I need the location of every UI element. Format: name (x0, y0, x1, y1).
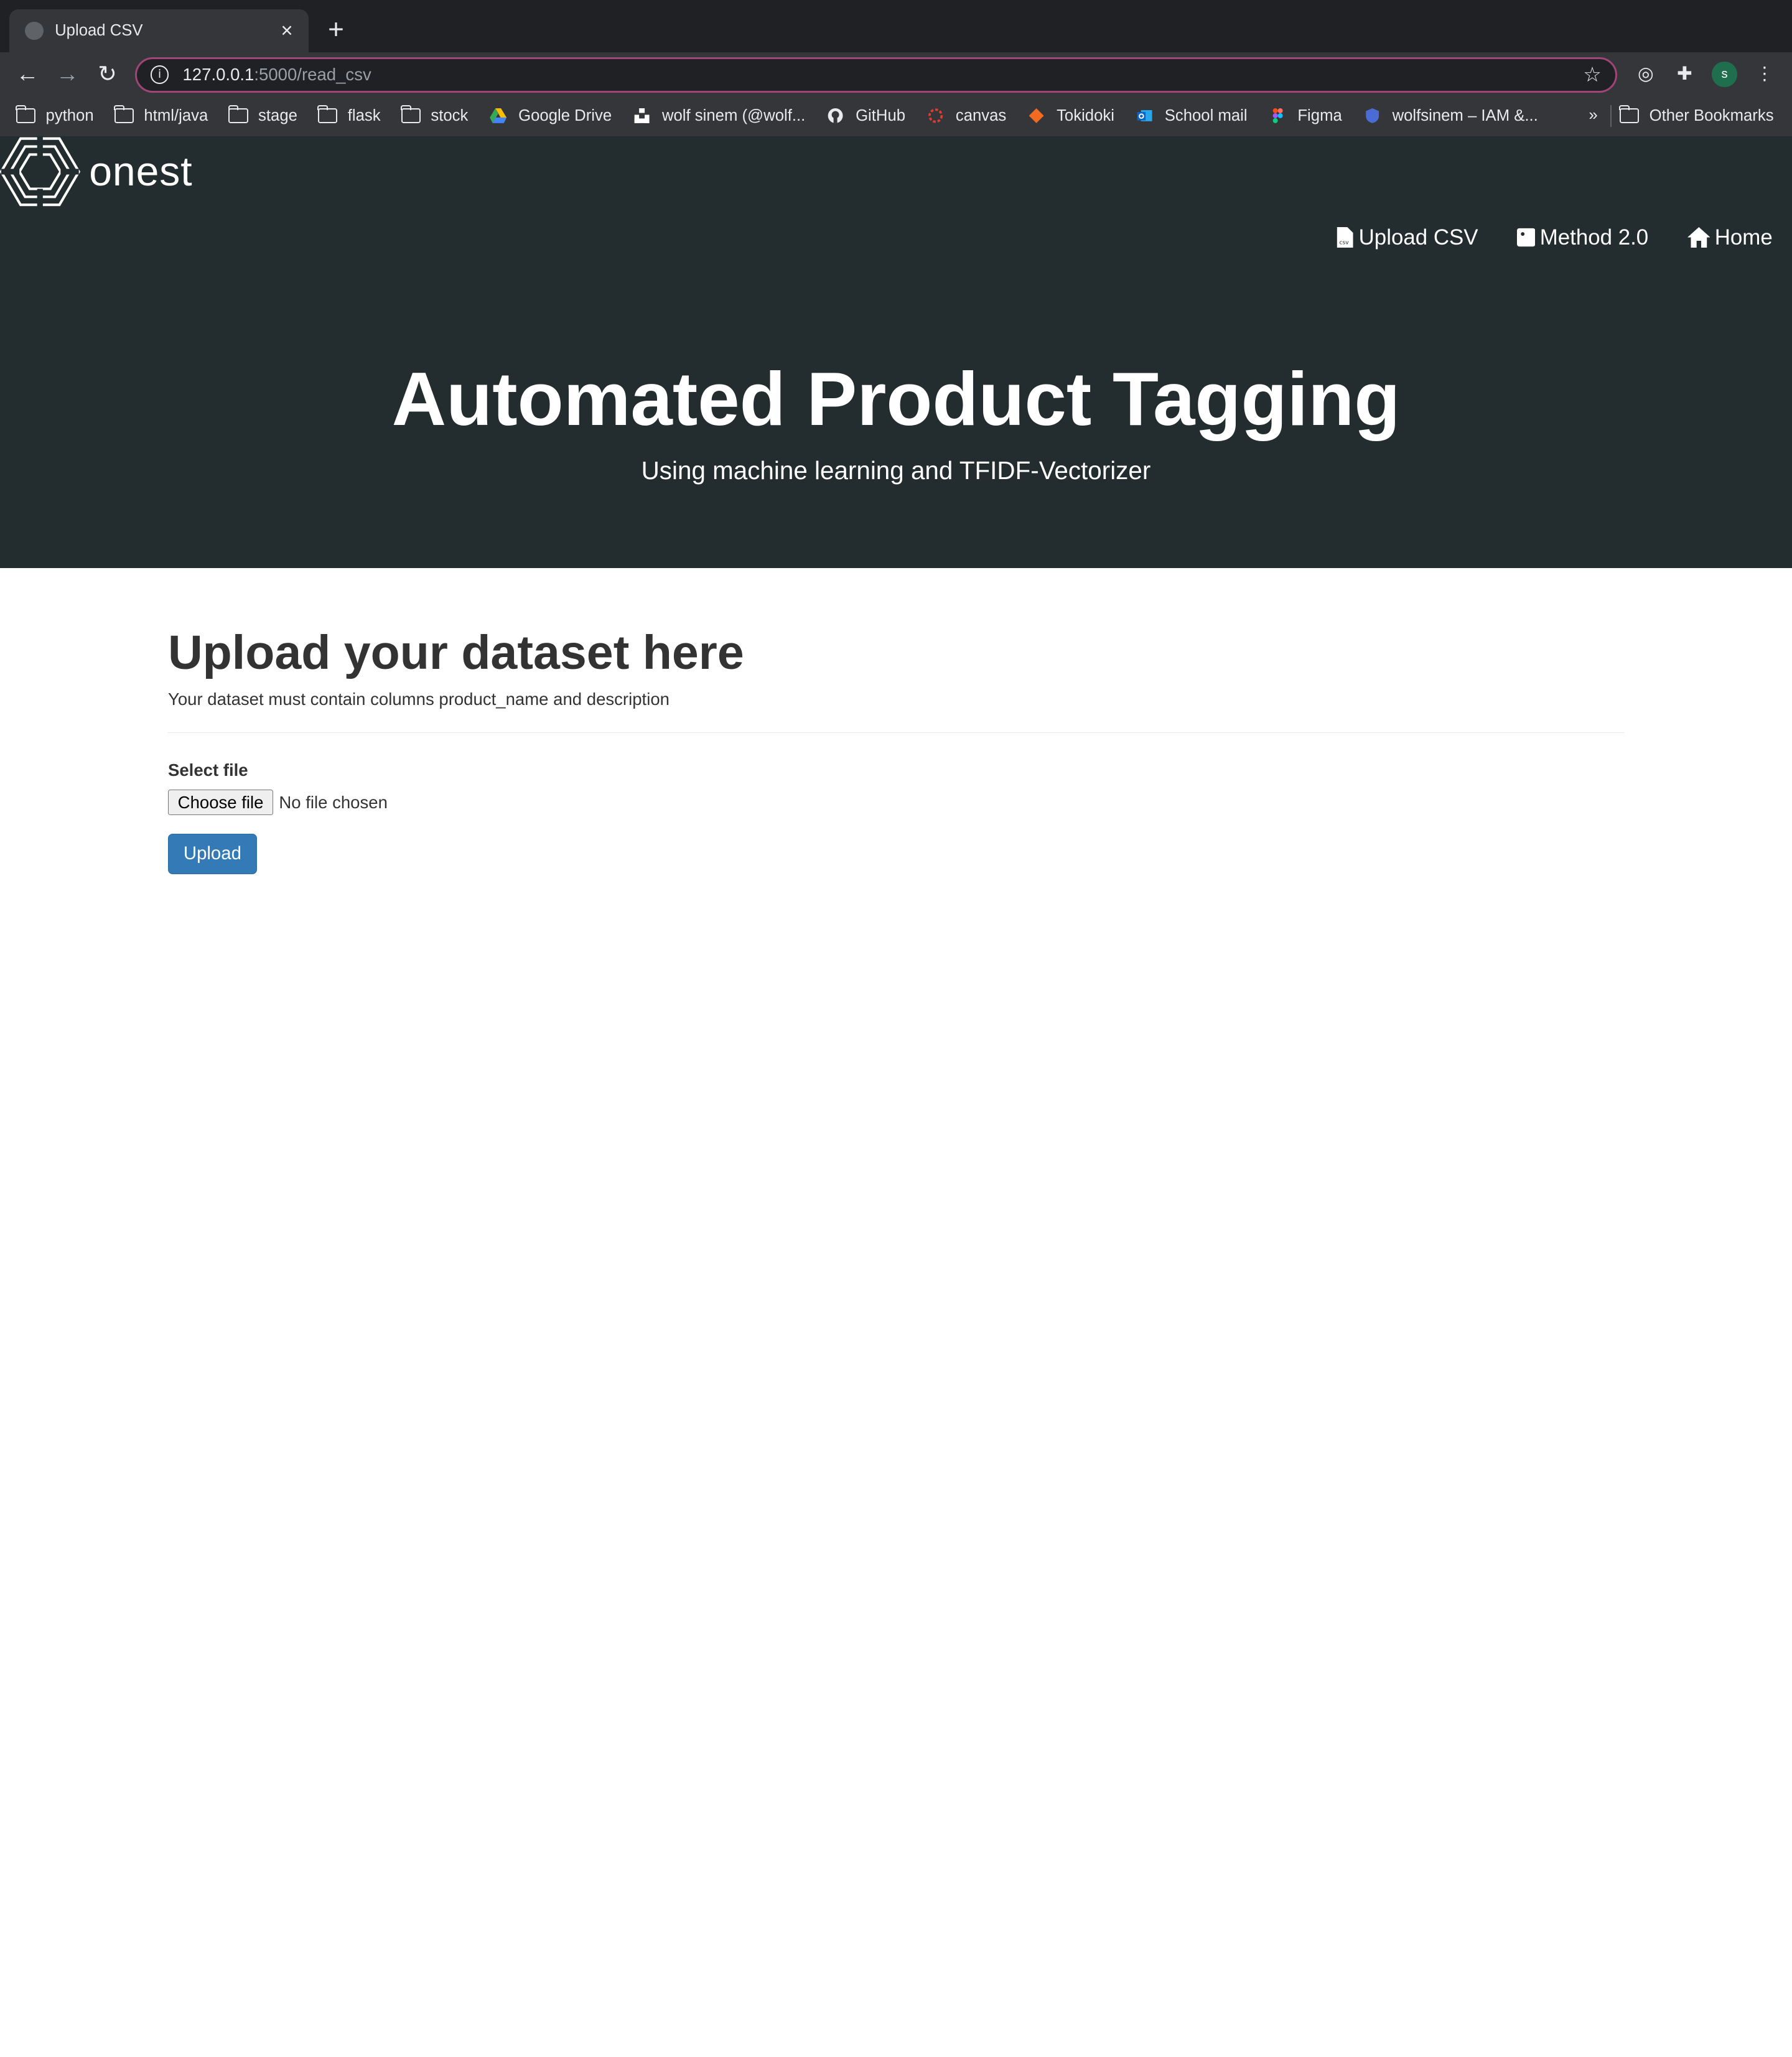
other-bookmarks[interactable]: Other Bookmarks (1619, 96, 1774, 136)
page-subtitle: Using machine learning and TFIDF-Vectori… (641, 455, 1151, 485)
puzzle-icon[interactable]: ✚ (1672, 62, 1697, 86)
bookmarks-divider (1610, 105, 1612, 127)
menu-kebab-icon[interactable]: ⋮ (1752, 62, 1777, 86)
canvas-icon (928, 108, 943, 123)
bookmark-item[interactable]: stock (400, 105, 468, 125)
divider (167, 732, 1624, 733)
site-logo[interactable]: onest (0, 136, 193, 207)
file-status: No file chosen (279, 792, 388, 812)
globe-icon (25, 21, 44, 40)
bookmark-item[interactable]: canvas (926, 107, 1006, 125)
top-navigation: csv Upload CSV Method 2.0 Home (1297, 225, 1773, 250)
hero-banner: onest csv Upload CSV Method 2.0 Home Aut… (0, 136, 1792, 568)
folder-icon (15, 105, 35, 124)
folder-icon (317, 105, 338, 124)
bookmark-item[interactable]: flask (317, 105, 381, 125)
bookmark-item[interactable]: html/java (113, 105, 208, 125)
bookmark-item[interactable]: stage (228, 105, 297, 125)
upload-helper-text: Your dataset must contain columns produc… (167, 689, 670, 709)
file-field-label: Select file (167, 760, 248, 780)
bookmark-item[interactable]: GitHub (826, 107, 905, 125)
extension-icon[interactable]: ◎ (1633, 62, 1658, 86)
svg-text:csv: csv (1339, 240, 1349, 246)
google-drive-icon (490, 108, 507, 124)
logo-text: onest (89, 148, 193, 195)
bookmark-item[interactable]: Figma (1268, 107, 1342, 125)
browser-window: Upload CSV × + ← → ↻ i 127.0.0.1:5000/re… (0, 0, 1792, 1120)
tokidoki-icon (1029, 108, 1044, 124)
home-icon (1687, 227, 1710, 248)
upload-section: Upload your dataset here Your dataset mu… (167, 625, 1624, 874)
tab-title: Upload CSV (55, 22, 143, 40)
figma-icon (1272, 108, 1283, 124)
url-path: :5000/read_csv (254, 65, 371, 85)
browser-toolbar: ← → ↻ i 127.0.0.1:5000/read_csv ☆ ◎ ✚ s … (0, 52, 1792, 96)
forward-icon[interactable]: → (54, 60, 81, 88)
choose-file-button[interactable]: Choose file (167, 789, 274, 816)
avatar[interactable]: s (1712, 62, 1737, 87)
upload-button[interactable]: Upload (167, 833, 257, 874)
folder-icon (400, 105, 421, 124)
new-tab-button[interactable]: + (322, 16, 350, 44)
folder-icon (1619, 105, 1640, 124)
dice-icon (1516, 228, 1536, 247)
github-icon (828, 108, 843, 124)
folder-icon (113, 105, 134, 124)
close-icon[interactable]: × (276, 21, 297, 41)
hexagon-logo-icon (0, 136, 80, 207)
bookmark-item[interactable]: Tokidoki (1027, 107, 1114, 125)
tab-upload-csv[interactable]: Upload CSV × (9, 9, 309, 53)
bookmark-item[interactable]: wolfsinem – IAM &... (1363, 107, 1538, 125)
bookmark-star-icon[interactable]: ☆ (1583, 62, 1602, 87)
url-host: 127.0.0.1 (182, 65, 254, 85)
address-bar[interactable]: i 127.0.0.1:5000/read_csv ☆ (134, 57, 1617, 93)
more-bookmarks-button[interactable]: » (1589, 106, 1597, 124)
info-icon[interactable]: i (150, 65, 169, 85)
bookmark-item[interactable]: School mail (1135, 107, 1248, 125)
back-icon[interactable]: ← (14, 60, 41, 88)
nav-method-2[interactable]: Method 2.0 (1516, 225, 1648, 250)
bookmarks-bar: python html/java stage flask stock Googl… (0, 96, 1792, 136)
shield-icon (1365, 108, 1379, 124)
bookmark-item[interactable]: wolf sinem (@wolf... (632, 107, 805, 125)
file-input[interactable]: Choose file No file chosen (167, 789, 1624, 816)
csv-file-icon: csv (1337, 227, 1353, 248)
outlook-icon (1137, 110, 1152, 122)
reload-icon[interactable]: ↻ (94, 60, 121, 88)
bookmark-item[interactable]: Google Drive (488, 107, 612, 125)
page-title: Automated Product Tagging (391, 357, 1401, 442)
tab-strip: Upload CSV × + (0, 0, 1792, 53)
unsplash-icon (634, 108, 650, 124)
folder-icon (228, 105, 248, 124)
bookmark-item[interactable]: python (15, 105, 94, 125)
upload-heading: Upload your dataset here (167, 625, 744, 679)
nav-home[interactable]: Home (1687, 225, 1773, 250)
nav-upload-csv[interactable]: csv Upload CSV (1336, 225, 1478, 250)
